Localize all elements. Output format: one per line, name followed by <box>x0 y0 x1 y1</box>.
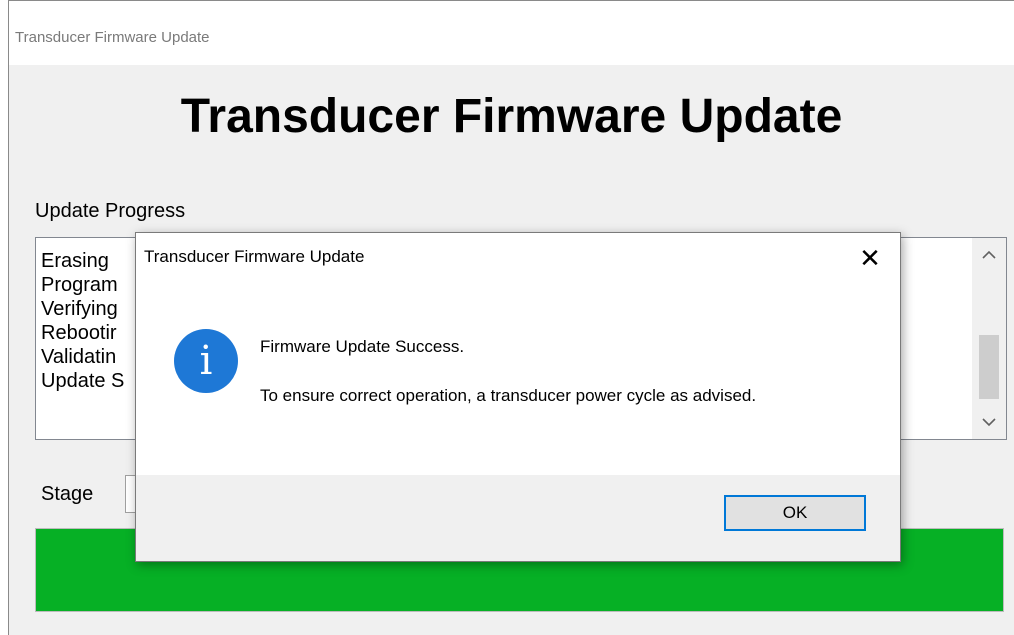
chevron-down-icon[interactable] <box>972 405 1006 439</box>
list-item[interactable]: Program <box>41 273 124 297</box>
close-icon[interactable]: ✕ <box>852 241 888 275</box>
main-window-title: Transducer Firmware Update <box>15 29 210 46</box>
dialog-footer: OK <box>136 475 900 561</box>
list-item[interactable]: Validatin <box>41 345 124 369</box>
page-title: Transducer Firmware Update <box>180 90 843 143</box>
list-item[interactable]: Erasing <box>41 249 124 273</box>
progress-list-items: Erasing Program Verifying Rebootir Valid… <box>41 249 124 393</box>
dialog-title: Transducer Firmware Update <box>144 247 365 266</box>
ok-button[interactable]: OK <box>724 495 866 531</box>
dialog-titlebar[interactable]: Transducer Firmware Update ✕ <box>136 233 900 283</box>
scrollbar-thumb[interactable] <box>979 335 999 399</box>
list-item[interactable]: Update S <box>41 369 124 393</box>
vertical-scrollbar[interactable] <box>972 238 1006 439</box>
stage-label: Stage <box>41 483 94 505</box>
main-titlebar[interactable]: Transducer Firmware Update <box>9 1 1014 65</box>
dialog-message-body: To ensure correct operation, a transduce… <box>260 386 757 405</box>
dialog-message-title: Firmware Update Success. <box>260 337 465 356</box>
info-icon-glyph: i <box>199 338 213 384</box>
message-dialog: Transducer Firmware Update ✕ i Firmware … <box>135 232 901 562</box>
list-item[interactable]: Rebootir <box>41 321 124 345</box>
info-icon: i <box>174 329 238 393</box>
update-progress-label: Update Progress <box>35 200 186 222</box>
chevron-up-icon[interactable] <box>972 238 1006 272</box>
list-item[interactable]: Verifying <box>41 297 124 321</box>
